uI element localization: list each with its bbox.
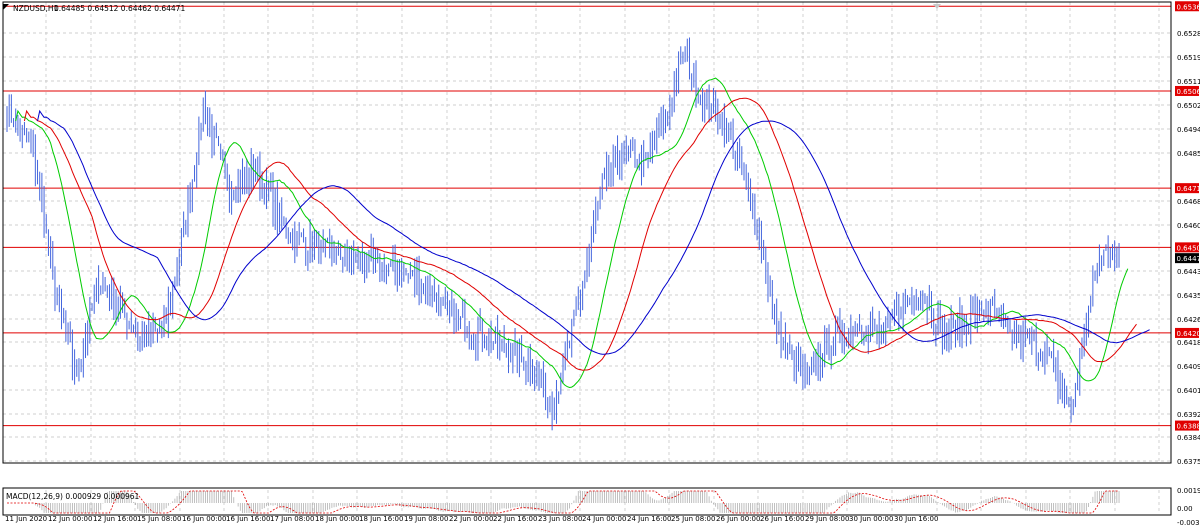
moving-average-line (24, 98, 1136, 370)
time-axis-label: 25 Jun 08:00 (671, 515, 715, 523)
time-axis-label: 17 Jun 08:00 (270, 515, 314, 523)
level-price-label: 0.64718 (1177, 185, 1200, 193)
price-axis-label: 0.63840 (1177, 434, 1200, 442)
time-axis-label: 16 Jun 16:00 (226, 515, 270, 523)
price-axis-label: 0.63925 (1177, 411, 1200, 419)
time-axis-label: 30 Jun 16:00 (894, 515, 938, 523)
macd-label: MACD(12,26,9) 0.000929 0.000961 (6, 492, 140, 501)
time-axis-label: 11 Jun 2020 (5, 515, 47, 523)
price-axis-label: 0.64600 (1177, 222, 1200, 230)
price-axis-label: 0.64350 (1177, 292, 1200, 300)
time-axis-label: 12 Jun 16:00 (93, 515, 137, 523)
price-axis-label: 0.64095 (1177, 363, 1200, 371)
macd-axis-label: 0.00196 (1177, 487, 1200, 495)
current-price-label: 0.64471 (1177, 255, 1200, 263)
time-axis-label: 29 Jun 08:00 (805, 515, 849, 523)
ohlc-readout: 0.64485 0.64512 0.64462 0.64471 (54, 4, 185, 13)
chart-canvas[interactable]: 0.65360 0.65061 0.64718 0.64509 0.64207 0.638… (0, 0, 1200, 527)
time-axis-label: 26 Jun 16:00 (760, 515, 804, 523)
level-price-label: 0.65061 (1177, 88, 1200, 96)
time-axis-label: 24 Jun 00:00 (582, 515, 626, 523)
time-axis-label: 18 Jun 16:00 (359, 515, 403, 523)
price-candles[interactable] (7, 38, 1119, 431)
macd-axis-label: 0.00 (1177, 505, 1193, 513)
time-axis-label: 12 Jun 00:00 (48, 515, 92, 523)
price-axis-label: 0.64265 (1177, 316, 1200, 324)
price-axis-label: 0.64435 (1177, 268, 1200, 276)
time-axis[interactable]: 11 Jun 202012 Jun 00:0012 Jun 16:0015 Ju… (5, 515, 938, 523)
time-axis-label: 26 Jun 00:00 (716, 515, 760, 523)
time-axis-label: 19 Jun 08:00 (404, 515, 448, 523)
trading-chart[interactable]: 0.65360 0.65061 0.64718 0.64509 0.64207 0.638… (0, 0, 1200, 527)
menu-triangle-icon[interactable] (3, 4, 9, 10)
time-axis-label: 16 Jun 00:00 (182, 515, 226, 523)
macd-axis-label: -0.00301 (1177, 519, 1200, 527)
price-axis-label: 0.64855 (1177, 150, 1200, 158)
time-axis-label: 18 Jun 00:00 (315, 515, 359, 523)
price-axis-label: 0.65280 (1177, 30, 1200, 38)
time-axis-label: 30 Jun 00:00 (849, 515, 893, 523)
main-panel-frame (3, 2, 1171, 463)
price-axis-label: 0.63755 (1177, 458, 1200, 466)
price-axis-label: 0.65110 (1177, 78, 1200, 86)
level-price-label: 0.64207 (1177, 330, 1200, 338)
price-axis-label: 0.64940 (1177, 126, 1200, 134)
horizontal-levels[interactable]: 0.65360 0.65061 0.64718 0.64509 0.64207 0.638… (3, 1, 1200, 430)
price-axis-label: 0.65195 (1177, 54, 1200, 62)
level-price-label: 0.63880 (1177, 423, 1200, 431)
price-axis-label: 0.65025 (1177, 102, 1200, 110)
time-axis-label: 15 Jun 08:00 (137, 515, 181, 523)
time-axis-label: 23 Jun 08:00 (538, 515, 582, 523)
time-axis-label: 22 Jun 16:00 (493, 515, 537, 523)
symbol-label: NZDUSD,H1 (13, 4, 59, 13)
time-axis-label: 24 Jun 16:00 (627, 515, 671, 523)
level-price-label: 0.64509 (1177, 244, 1200, 252)
price-axis-label: 0.64010 (1177, 387, 1200, 395)
level-price-label: 0.65360 (1177, 3, 1200, 11)
price-axis-label: 0.64180 (1177, 339, 1200, 347)
price-axis-label: 0.64680 (1177, 198, 1200, 206)
time-axis-label: 22 Jun 00:00 (449, 515, 493, 523)
